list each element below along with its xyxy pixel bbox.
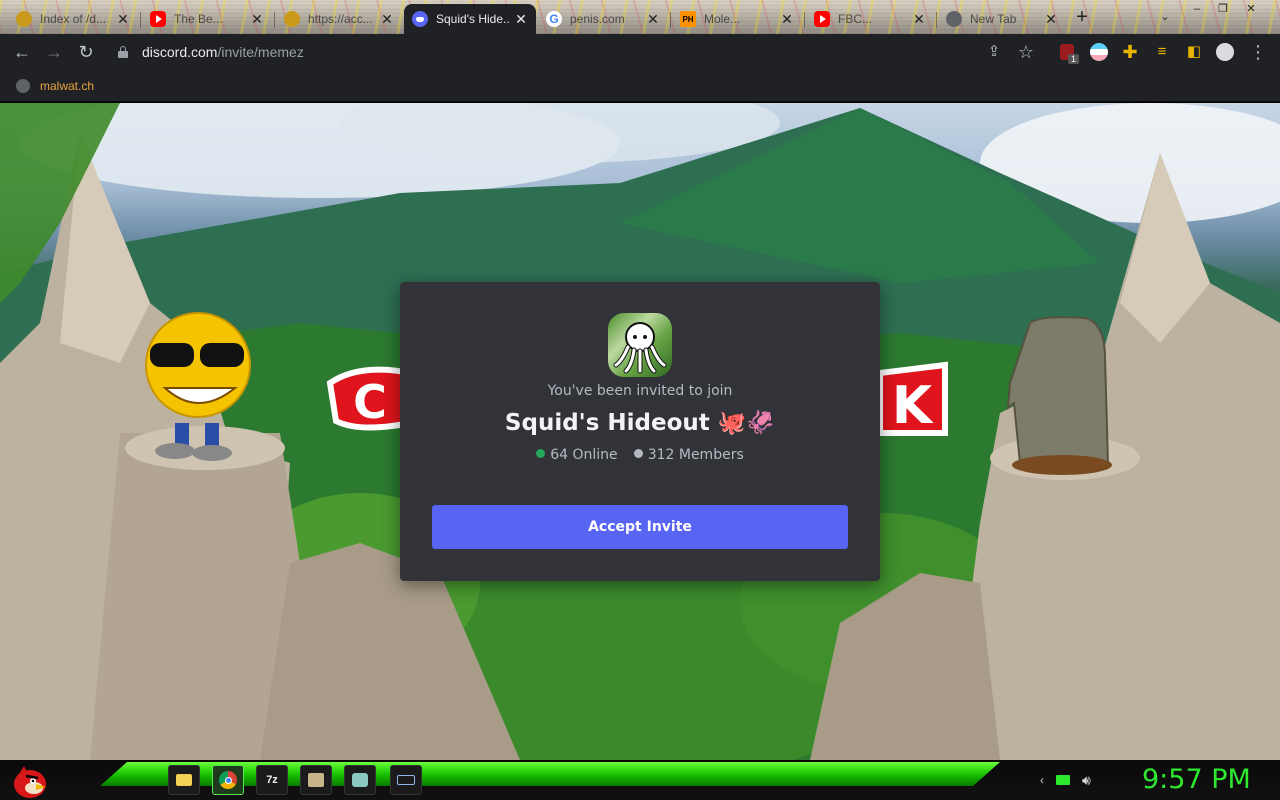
flag-extension-icon[interactable]	[1090, 43, 1108, 61]
banner-letter-left: C	[353, 375, 387, 429]
reload-icon[interactable]: ↻	[74, 40, 98, 64]
close-icon[interactable]: ✕	[250, 11, 264, 28]
tab-google[interactable]: G penis.com ✕	[538, 4, 668, 34]
close-icon[interactable]: ✕	[912, 11, 926, 28]
address-bar[interactable]: discord.com/invite/memez	[108, 38, 1048, 66]
taskbar-7zip-button[interactable]: 7z	[256, 765, 288, 795]
accept-invite-button[interactable]: Accept Invite	[432, 505, 848, 549]
maximize-button[interactable]: ❐	[1212, 2, 1234, 16]
extension-badge: 1	[1068, 54, 1080, 64]
octopus-icon	[613, 322, 667, 374]
invite-page: C K You've been invited to join Squid's …	[0, 103, 1280, 760]
tab-youtube-2[interactable]: FBC... ✕	[806, 4, 934, 34]
7zip-icon: 7z	[266, 774, 278, 786]
member-counts: 64 Online 312 Members	[400, 447, 880, 463]
app-icon	[308, 773, 324, 787]
url-host: discord.com	[142, 44, 218, 60]
tab-title: New Tab	[970, 12, 1017, 26]
online-count: 64 Online	[536, 447, 618, 463]
member-count: 312 Members	[633, 447, 744, 463]
start-button-angry-bird-icon[interactable]	[8, 762, 48, 800]
invite-card: You've been invited to join Squid's Hide…	[400, 282, 880, 581]
bookmark-malwatch[interactable]: malwat.ch	[16, 78, 95, 93]
tab-title: https://acc...	[308, 12, 373, 26]
chrome-icon	[219, 771, 237, 789]
tab-title: Squid's Hide...	[436, 12, 510, 26]
server-icon	[608, 313, 672, 377]
bookmark-label: malwat.ch	[40, 78, 95, 93]
globe-icon	[16, 78, 30, 93]
close-icon[interactable]: ✕	[514, 11, 528, 28]
media-queue-icon[interactable]: ≡	[1150, 40, 1174, 64]
tab-title: penis.com	[570, 12, 625, 26]
taskbar-app-button[interactable]	[300, 765, 332, 795]
lock-icon[interactable]	[118, 46, 128, 58]
generic-favicon-icon	[284, 11, 300, 27]
member-count-text: 312 Members	[647, 447, 744, 463]
share-icon[interactable]: ⇪	[982, 40, 1006, 64]
battery-icon[interactable]	[1056, 775, 1070, 785]
forward-arrow-icon[interactable]: →	[42, 40, 66, 64]
tab-youtube-1[interactable]: The Be... ✕	[142, 4, 272, 34]
tab-title: Mole...	[704, 12, 741, 26]
invited-subtitle: You've been invited to join	[547, 383, 733, 399]
app2-icon	[352, 773, 368, 787]
discord-icon	[412, 11, 428, 27]
back-arrow-icon[interactable]: ←	[10, 40, 34, 64]
online-count-text: 64 Online	[550, 447, 618, 463]
system-tray: ‹ 🔊︎	[1040, 768, 1091, 792]
tab-newtab[interactable]: New Tab ✕	[938, 4, 1066, 34]
banner-letter-right: K	[892, 376, 934, 436]
menu-kebab-icon[interactable]: ⋮	[1246, 40, 1270, 64]
tab-discord-active[interactable]: Squid's Hide... ✕	[404, 4, 536, 34]
chrome-globe-icon	[946, 11, 962, 27]
tab-ph[interactable]: PH Mole... ✕	[672, 4, 802, 34]
minimize-button[interactable]: –	[1186, 2, 1208, 16]
google-icon: G	[546, 11, 562, 27]
folder-icon	[176, 774, 192, 786]
generic-favicon-icon	[16, 11, 32, 27]
taskbar-folder-button[interactable]	[168, 765, 200, 795]
taskbar-clock[interactable]: 9:57 PM	[1142, 764, 1251, 795]
extensions-puzzle-icon[interactable]: ✚	[1118, 40, 1142, 64]
close-window-button[interactable]: ✕	[1240, 2, 1262, 16]
taskbar-keyboard-button[interactable]	[390, 765, 422, 795]
tray-chevron-icon[interactable]: ‹	[1040, 773, 1044, 787]
close-icon[interactable]: ✕	[646, 11, 660, 28]
online-dot-icon	[536, 449, 546, 458]
close-icon[interactable]: ✕	[116, 11, 130, 28]
tab-search-icon[interactable]: ⌄	[1154, 10, 1176, 24]
taskbar-chrome-button[interactable]	[212, 765, 244, 795]
new-tab-button[interactable]: +	[1070, 6, 1094, 30]
tab-title: FBC...	[838, 12, 873, 26]
tab-strip: Index of /d... ✕ The Be... ✕ https://acc…	[0, 0, 1280, 34]
url-text[interactable]: discord.com/invite/memez	[142, 44, 304, 60]
url-path: /invite/memez	[217, 44, 304, 60]
member-dot-icon	[633, 449, 643, 458]
pornhub-icon: PH	[680, 11, 696, 27]
tab-https[interactable]: https://acc... ✕	[276, 4, 402, 34]
bookmark-star-icon[interactable]: ☆	[1014, 40, 1038, 64]
browser-toolbar: ← → ↻ discord.com/invite/memez ⇪ ☆ 1 ✚ ≡…	[0, 34, 1280, 70]
server-name: Squid's Hideout 🐙🦑	[504, 410, 776, 436]
side-panel-icon[interactable]: ◧	[1182, 40, 1206, 64]
close-icon[interactable]: ✕	[780, 11, 794, 28]
taskbar-app2-button[interactable]	[344, 765, 376, 795]
keyboard-icon	[397, 775, 415, 785]
tab-title: The Be...	[174, 12, 223, 26]
profile-avatar-icon[interactable]	[1216, 43, 1234, 61]
youtube-icon	[150, 11, 166, 27]
tab-title: Index of /d...	[40, 12, 107, 26]
youtube-icon	[814, 11, 830, 27]
tab-index[interactable]: Index of /d... ✕	[8, 4, 138, 34]
close-icon[interactable]: ✕	[380, 11, 394, 28]
speaker-icon[interactable]: 🔊︎	[1082, 772, 1091, 789]
close-icon[interactable]: ✕	[1044, 11, 1058, 28]
bookmarks-bar: malwat.ch	[0, 70, 1280, 102]
